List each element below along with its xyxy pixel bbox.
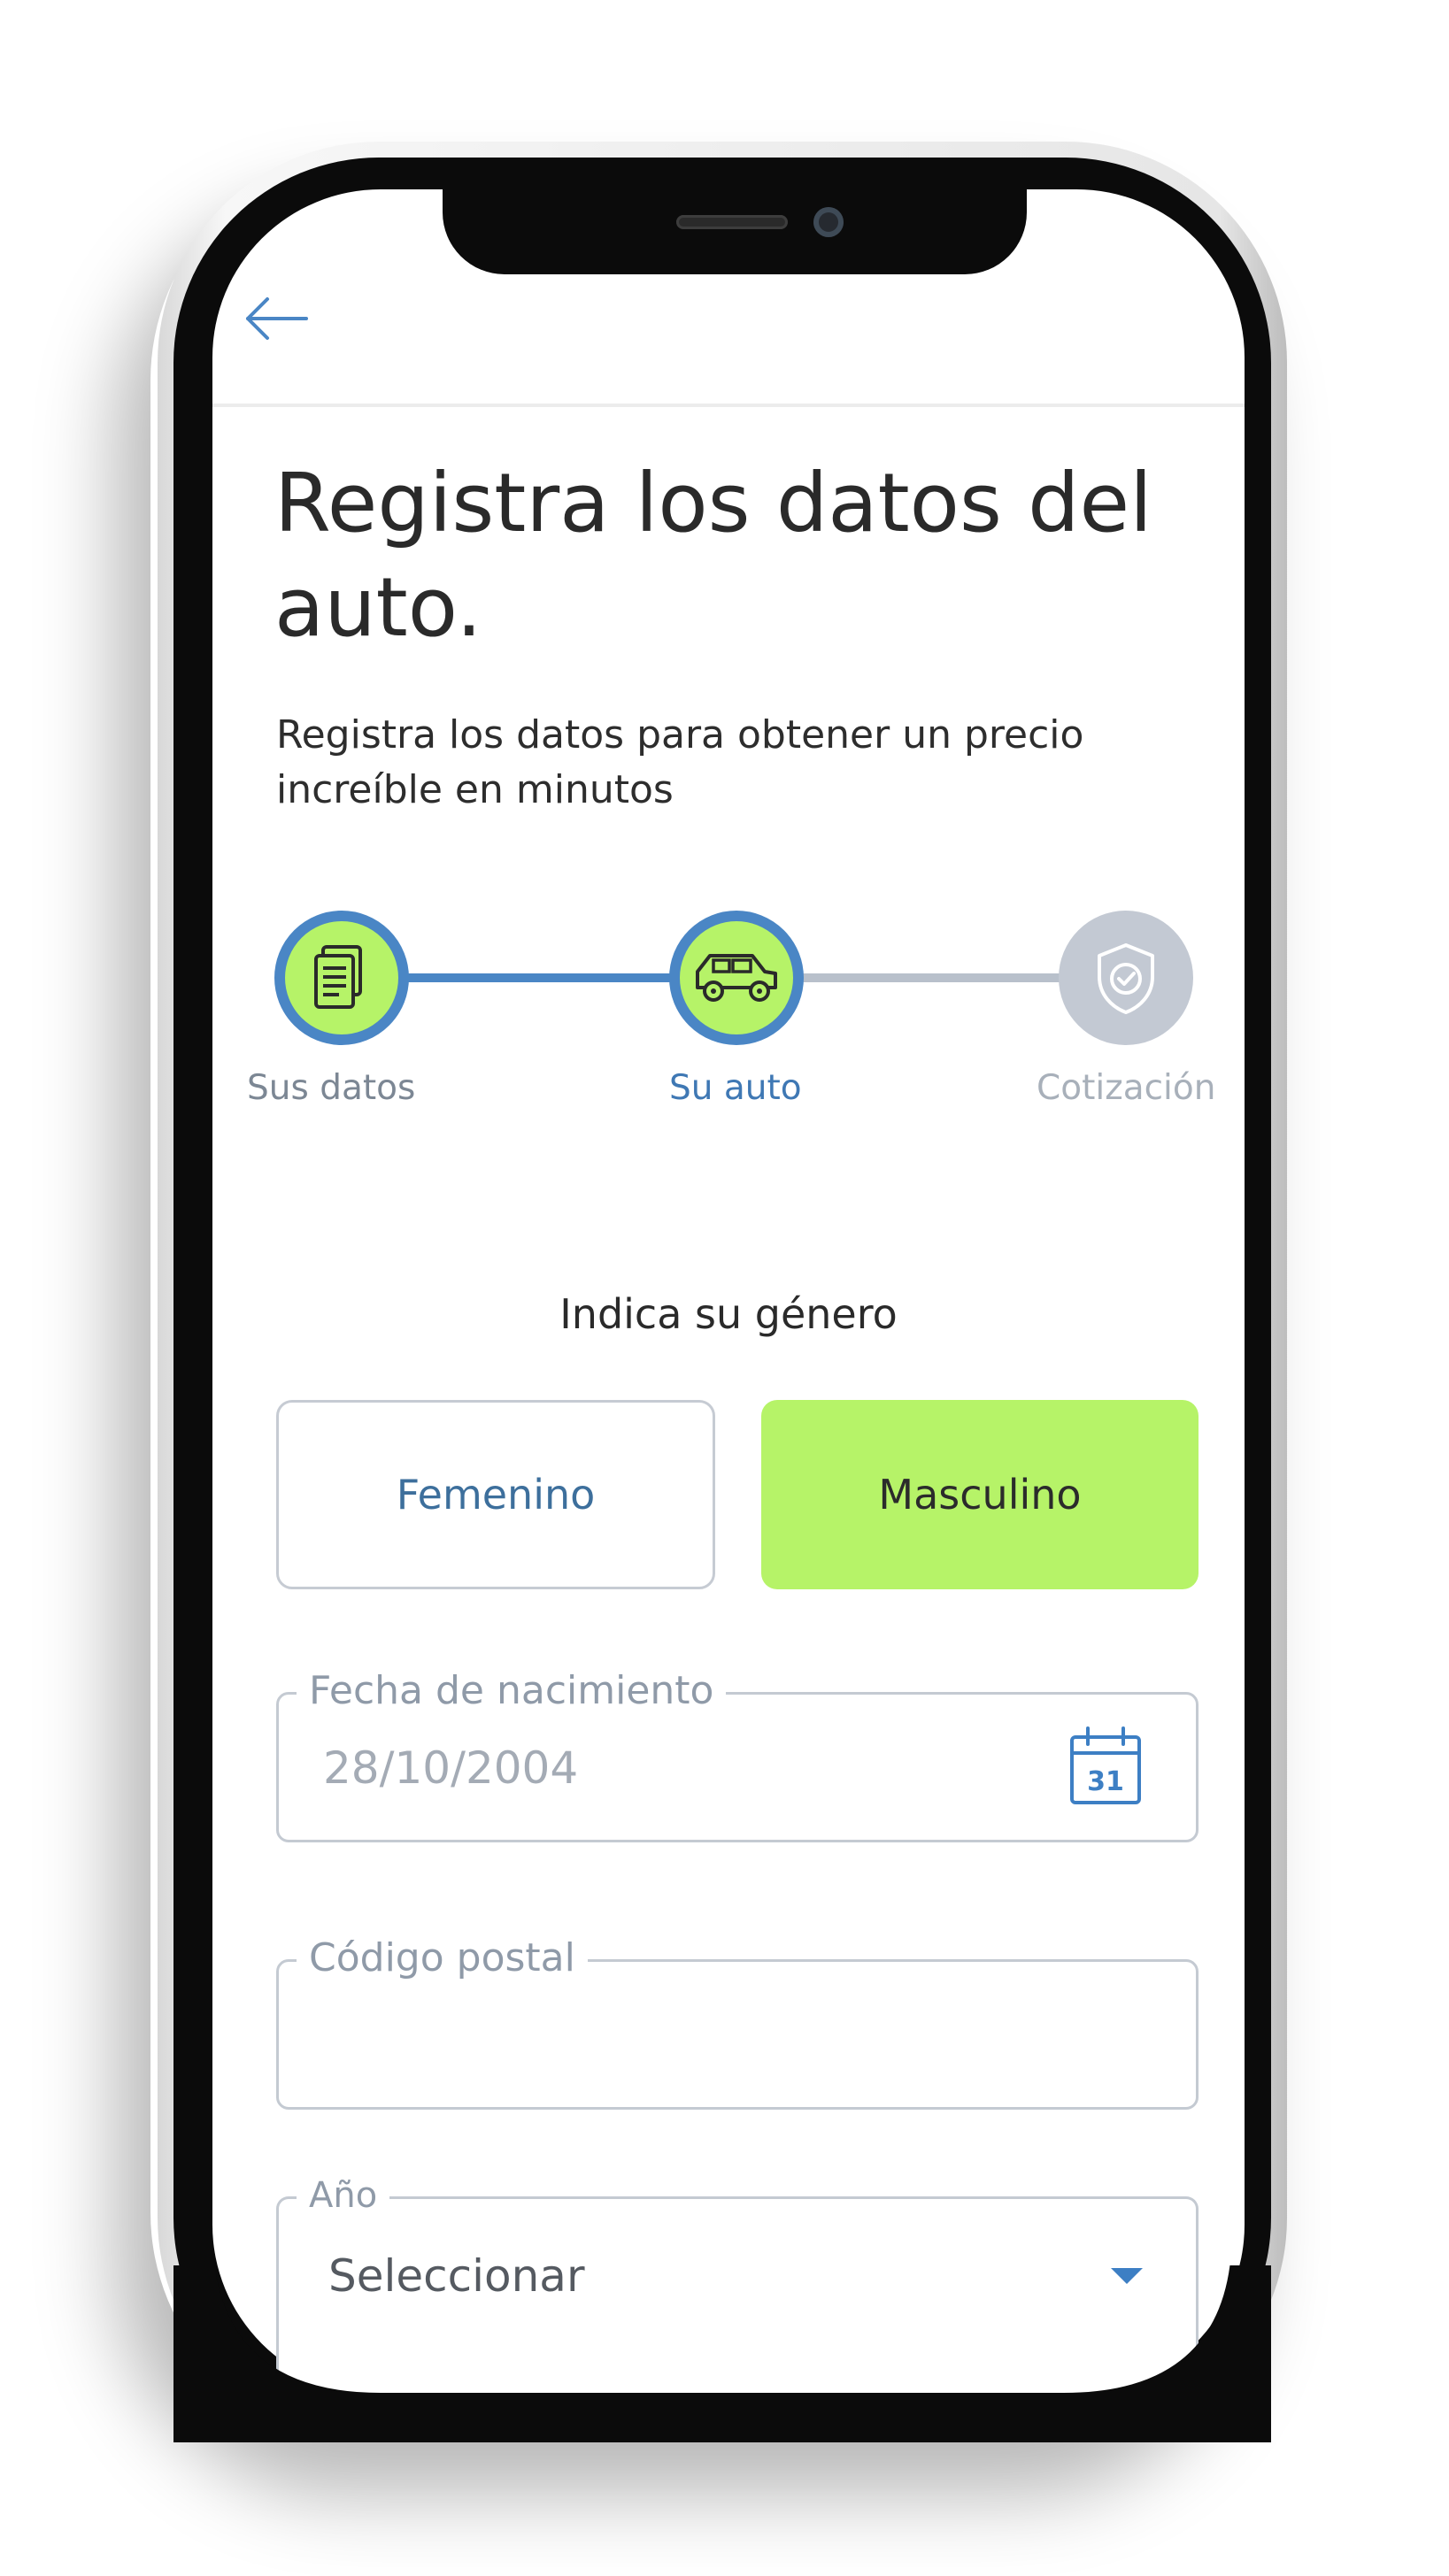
shield-check-icon xyxy=(1098,943,1154,1014)
step-sus-datos[interactable] xyxy=(274,911,409,1045)
document-icon xyxy=(314,945,362,1009)
page-subtitle: Registra los datos para obtener un preci… xyxy=(276,712,1084,812)
calendar-day: 31 xyxy=(1087,1766,1124,1797)
step-su-auto[interactable] xyxy=(669,911,804,1045)
postal-code-label: Código postal xyxy=(297,1935,588,1981)
birthdate-field[interactable]: Fecha de nacimiento 28/10/2004 31 xyxy=(276,1668,1199,1842)
step-label-su-auto: Su auto xyxy=(669,1068,802,1108)
car-icon xyxy=(696,954,777,1002)
speaker-grille xyxy=(676,215,788,229)
stepper-line-completed xyxy=(398,973,682,982)
gender-male-button[interactable]: Masculino xyxy=(761,1400,1199,1589)
step-label-sus-datos: Sus datos xyxy=(247,1068,416,1108)
birthdate-placeholder: 28/10/2004 xyxy=(323,1742,579,1794)
postal-code-field[interactable]: Código postal xyxy=(276,1935,1199,2110)
header-divider xyxy=(212,404,1245,407)
calendar-icon: 31 xyxy=(1070,1726,1141,1804)
stepper-line-pending xyxy=(797,973,1071,982)
page-title: Registra los datos del auto. xyxy=(274,456,1152,655)
step-cotizacion[interactable] xyxy=(1059,911,1193,1045)
gender-female-button[interactable]: Femenino xyxy=(276,1400,715,1589)
screen-bottom-edge xyxy=(173,2265,1271,2442)
step-label-cotizacion: Cotización xyxy=(1037,1068,1216,1108)
phone-notch xyxy=(443,189,1027,274)
gender-question: Indica su género xyxy=(559,1290,898,1338)
calendar-button[interactable]: 31 xyxy=(1068,1726,1143,1806)
birthdate-label: Fecha de nacimiento xyxy=(297,1668,727,1714)
front-camera xyxy=(813,207,844,237)
arrow-left-icon xyxy=(246,297,308,340)
year-label: Año xyxy=(297,2172,390,2218)
back-button[interactable] xyxy=(241,292,312,345)
